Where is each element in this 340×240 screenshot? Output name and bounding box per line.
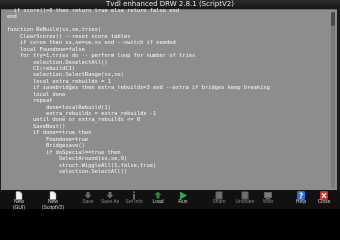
code-line: selection.SelectAll() [7,168,128,175]
close-button[interactable]: Close [311,190,337,209]
save-as-label: Save As [100,199,120,205]
code-editor[interactable]: if score()>0 then return true else retur… [1,8,337,193]
web-button[interactable]: Web [255,190,281,209]
save-as-button[interactable]: Save As [97,190,123,209]
code-text-area[interactable]: if score()>0 then return true else retur… [7,8,325,190]
new-gui-button[interactable]: New (GUI) [6,190,32,211]
new-scriptv2-button[interactable]: New (ScriptV2) [40,190,66,211]
new-gui-label: New (GUI) [12,199,26,211]
load-button[interactable]: Load [145,190,171,209]
script-editor-window: Tvdl enhanced DRW 2.8.1 (ScriptV2) if sc… [0,0,340,211]
web-label: Web [262,199,274,205]
set-info-button[interactable]: Set Info [121,190,147,209]
close-label: Close [317,199,331,205]
share-button[interactable]: Share [206,190,232,209]
load-label: Load [152,199,164,205]
new-scriptv2-label: New (ScriptV2) [41,199,65,211]
run-button[interactable]: Run [170,190,196,209]
editor-scrollbar[interactable] [331,12,335,188]
share-label: Share [212,199,226,205]
bottom-toolbar: New (GUI) New (ScriptV2) Save Save As Se… [0,190,340,211]
set-info-label: Set Info [125,199,143,205]
run-label: Run [178,199,188,205]
scrollbar-thumb[interactable] [331,12,335,26]
